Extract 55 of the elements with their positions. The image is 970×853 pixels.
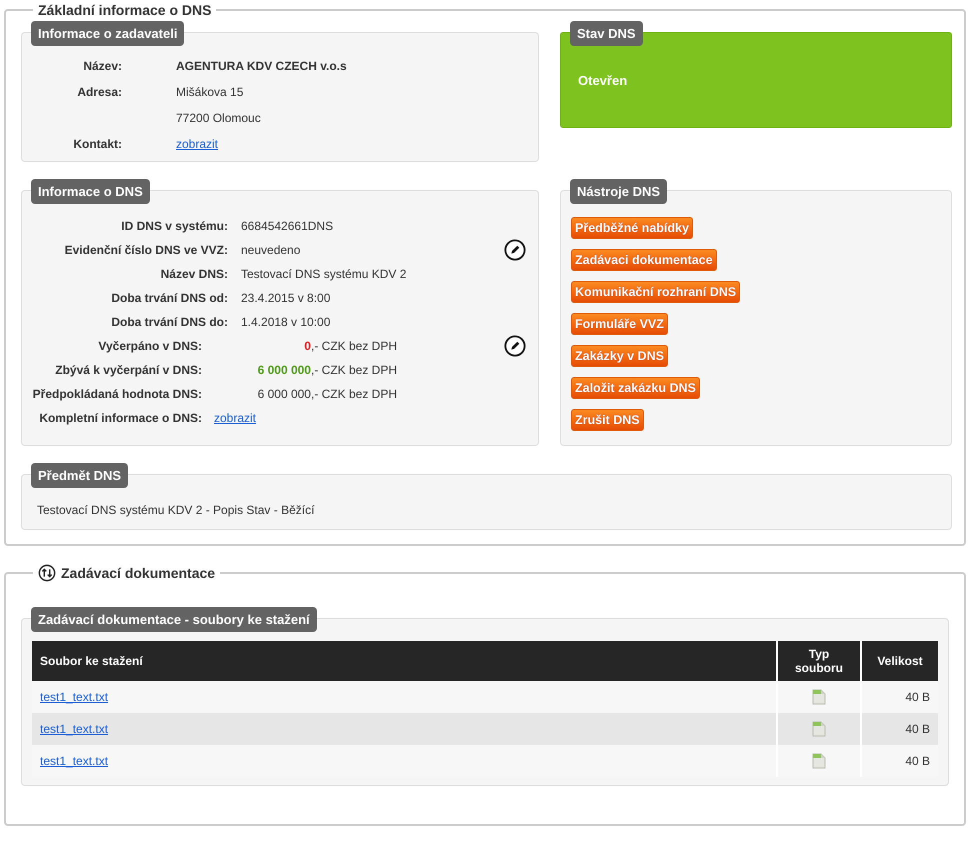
panel-title: Stav DNS <box>570 21 643 46</box>
file-icon <box>812 689 826 705</box>
field-value: Testovací DNS systému KDV 2 <box>241 267 406 281</box>
field-value: neuvedeno <box>241 243 300 257</box>
field-value: AGENTURA KDV CZECH v.o.s <box>176 59 347 73</box>
link[interactable]: zobrazit <box>214 411 256 425</box>
field-label: ID DNS v systému: <box>120 219 228 233</box>
field-label: Název: <box>82 59 122 73</box>
field-label: Zbývá k vyčerpání v DNS: <box>54 363 202 377</box>
panel-title: Předmět DNS <box>31 463 128 488</box>
tool-button[interactable]: Komunikační rozhraní DNS <box>571 281 740 303</box>
file-icon <box>812 721 826 737</box>
column-header: Velikost <box>862 641 938 681</box>
field-value: Mišákova 15 <box>176 85 244 99</box>
amount-value: 6 000 000,- CZK bez DPH <box>256 363 397 377</box>
edit-icon[interactable] <box>504 335 526 357</box>
field-label: Kontakt: <box>72 137 122 151</box>
field-value: 23.4.2015 v 8:00 <box>241 291 330 305</box>
tool-button[interactable]: Předběžné nabídky <box>571 217 693 239</box>
link[interactable]: zobrazit <box>176 137 218 151</box>
column-header: Typ souboru <box>778 641 862 681</box>
file-link[interactable]: test1_text.txt <box>40 690 108 704</box>
file-link[interactable]: test1_text.txt <box>40 722 108 736</box>
panel-title: Informace o DNS <box>31 179 150 204</box>
table-cell: 40 B <box>862 713 938 745</box>
panel-title: Informace o zadavateli <box>31 21 184 46</box>
field-label: Název DNS: <box>160 267 228 281</box>
field-label: Evidenční číslo DNS ve VVZ: <box>64 243 228 257</box>
section-title: Základní informace o DNS <box>38 2 212 18</box>
file-icon <box>812 753 826 769</box>
arrows-icon[interactable] <box>38 564 56 582</box>
tool-button[interactable]: Zakázky v DNS <box>571 345 668 367</box>
column-header: Soubor ke stažení <box>32 641 778 681</box>
field-value: 77200 Olomouc <box>176 111 261 125</box>
amount-value: 6 000 000,- CZK bez DPH <box>256 387 397 401</box>
tool-button[interactable]: Zadávaci dokumentace <box>571 249 717 271</box>
tool-button[interactable]: Založit zakázku DNS <box>571 377 700 399</box>
field-label: Doba trvání DNS od: <box>110 291 228 305</box>
panel-title: Nástroje DNS <box>570 179 668 204</box>
field-value: 1.4.2018 v 10:00 <box>241 315 330 329</box>
panel-title: Zadávací dokumentace - soubory ke stažení <box>31 607 317 632</box>
field-label: Vyčerpáno v DNS: <box>97 339 202 353</box>
field-value: 6684542661DNS <box>241 219 334 233</box>
field-label: Kompletní informace o DNS: <box>38 411 202 425</box>
file-link[interactable]: test1_text.txt <box>40 754 108 768</box>
tool-button[interactable]: Zrušit DNS <box>571 409 644 431</box>
subject-text: Testovací DNS systému KDV 2 - Popis Stav - Běžící <box>37 503 316 517</box>
edit-icon[interactable] <box>504 239 526 261</box>
field-label: Předpokládaná hodnota DNS: <box>32 387 202 401</box>
field-label: Doba trvání DNS do: <box>110 315 228 329</box>
tool-button[interactable]: Formuláře VVZ <box>571 313 668 335</box>
section-title: Zadávací dokumentace <box>61 565 216 581</box>
field-label: Adresa: <box>76 85 122 101</box>
amount-value: 0,- CZK bez DPH <box>303 339 397 353</box>
status-value: Otevřen <box>578 73 628 88</box>
